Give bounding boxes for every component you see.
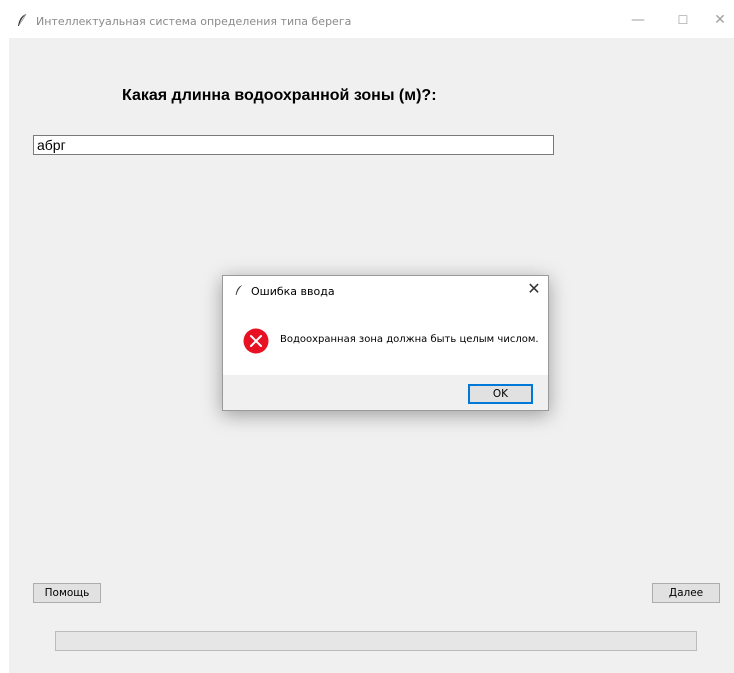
window-title: Интеллектуальная система определения тип… [36,15,352,28]
dialog-close-button[interactable]: ✕ [523,279,545,299]
dialog-footer: OK [223,375,548,410]
progress-bar [55,631,697,651]
error-dialog: Ошибка ввода ✕ Водоохранная зона должна … [222,275,549,411]
help-button[interactable]: Помощь [33,583,101,603]
ok-button[interactable]: OK [468,384,533,404]
maximize-button[interactable]: ☐ [673,10,693,30]
main-window: Интеллектуальная система определения тип… [0,0,734,673]
feather-icon [235,285,243,295]
minimize-button[interactable]: — [628,10,648,30]
feather-icon [18,13,27,26]
title-bar[interactable]: Интеллектуальная система определения тип… [0,0,734,38]
next-button[interactable]: Далее [652,583,720,603]
question-label: Какая длинна водоохранной зоны (м)?: [122,87,437,104]
dialog-message: Водоохранная зона должна быть целым числ… [280,334,539,345]
answer-input[interactable]: абрг [33,135,554,155]
dialog-title: Ошибка ввода [251,285,335,298]
close-button[interactable]: ✕ [710,10,730,30]
error-icon [243,328,269,354]
